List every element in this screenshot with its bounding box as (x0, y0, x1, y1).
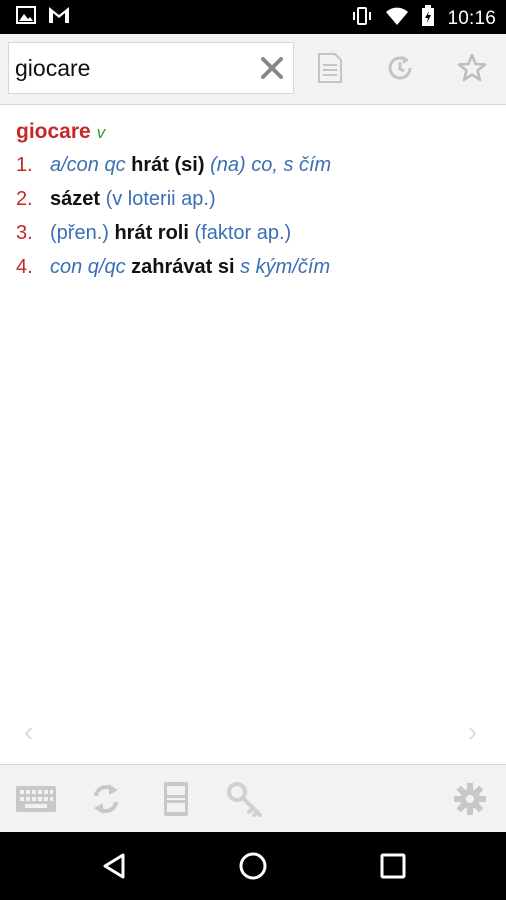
vibrate-icon (351, 5, 373, 32)
search-toolbar (0, 34, 506, 105)
recents-icon (380, 853, 406, 879)
sense-note: (faktor ap.) (194, 222, 292, 244)
sense-number: 4. (16, 256, 33, 278)
gmail-notification-icon (48, 6, 70, 29)
sense-translation: zahrávat si (131, 256, 235, 278)
bottom-toolbar (0, 764, 506, 833)
sense-translation: hrát roli (114, 222, 189, 244)
sense-number: 3. (16, 222, 33, 244)
sense-2: 2. sázet (v loterii ap.) (16, 188, 216, 211)
dictionary-list-button[interactable] (154, 779, 198, 819)
clock: 10:16 (447, 7, 496, 29)
gear-icon (454, 783, 486, 815)
sense-3: 3. (přen.) hrát roli (faktor ap.) (16, 222, 291, 245)
settings-button[interactable] (448, 779, 492, 819)
next-entry-button[interactable]: › (468, 716, 477, 748)
swap-icon (94, 784, 118, 814)
close-icon (261, 57, 283, 79)
favorite-button[interactable] (452, 48, 492, 88)
status-bar: 10:16 (0, 0, 506, 34)
keyboard-button[interactable] (14, 779, 58, 819)
home-button[interactable] (233, 846, 273, 886)
previous-entry-button[interactable]: ‹ (24, 716, 33, 748)
star-icon (457, 53, 487, 82)
sense-translation: sázet (50, 188, 101, 210)
sense-context: s kým/čím (240, 256, 331, 278)
search-input[interactable] (15, 51, 245, 85)
sense-number: 1. (16, 154, 33, 176)
key-icon (227, 782, 262, 817)
list-icon (164, 782, 188, 816)
keyboard-icon (16, 786, 56, 812)
swap-direction-button[interactable] (84, 779, 128, 819)
sense-grammar: a/con qc (50, 154, 126, 176)
wifi-icon (385, 6, 409, 31)
history-button[interactable] (380, 48, 420, 88)
history-icon (388, 56, 412, 80)
sense-note-before: (přen.) (50, 222, 109, 244)
key-button[interactable] (224, 779, 268, 819)
clear-search-button[interactable] (257, 53, 287, 83)
back-button[interactable] (94, 846, 134, 886)
headword: giocare (16, 120, 91, 143)
document-icon (318, 53, 342, 83)
home-icon (239, 852, 267, 880)
sense-grammar: con q/qc (50, 256, 126, 278)
battery-charging-icon (421, 5, 435, 32)
sense-4: 4. con q/qc zahrávat si s kým/čím (16, 256, 330, 279)
navigation-bar (0, 832, 506, 900)
sense-1: 1. a/con qc hrát (si) (na) co, s čím (16, 154, 331, 177)
entry-header: giocare v (16, 120, 105, 144)
sense-note: (v loterii ap.) (105, 188, 216, 210)
sense-context: (na) co, s čím (210, 154, 332, 176)
text-translate-button[interactable] (310, 48, 350, 88)
sense-translation: hrát (si) (131, 154, 205, 176)
recents-button[interactable] (373, 846, 413, 886)
search-box (8, 42, 294, 94)
back-icon (103, 853, 125, 879)
gallery-notification-icon (16, 6, 36, 29)
part-of-speech: v (96, 123, 106, 142)
sense-number: 2. (16, 188, 33, 210)
